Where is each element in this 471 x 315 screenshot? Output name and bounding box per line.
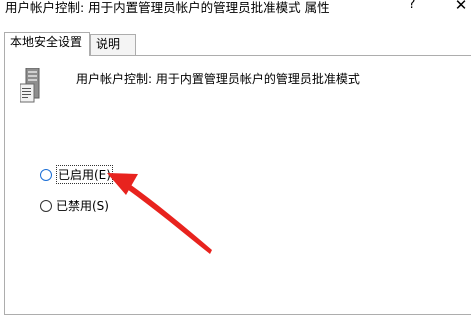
tab-local-security-setting[interactable]: 本地安全设置 (4, 32, 90, 56)
enabled-radio[interactable] (40, 168, 52, 181)
option-disabled[interactable]: 已禁用(S) (40, 197, 109, 214)
tab-panel (4, 55, 471, 315)
close-button[interactable]: ✕ (452, 0, 470, 14)
disabled-label[interactable]: 已禁用(S) (56, 197, 109, 214)
option-enabled[interactable]: 已启用(E) (40, 165, 113, 184)
server-policy-icon (20, 68, 40, 103)
title-bar: 用户帐户控制: 用于内置管理员帐户的管理员批准模式 属性 ? ✕ (0, 0, 471, 28)
policy-description: 用户帐户控制: 用于内置管理员帐户的管理员批准模式 (76, 72, 360, 86)
enabled-label[interactable]: 已启用(E) (56, 165, 113, 184)
disabled-radio[interactable] (40, 199, 52, 212)
help-button[interactable]: ? (404, 0, 420, 12)
window-title: 用户帐户控制: 用于内置管理员帐户的管理员批准模式 属性 (5, 0, 330, 15)
tab-explain[interactable]: 说明 (90, 34, 136, 55)
